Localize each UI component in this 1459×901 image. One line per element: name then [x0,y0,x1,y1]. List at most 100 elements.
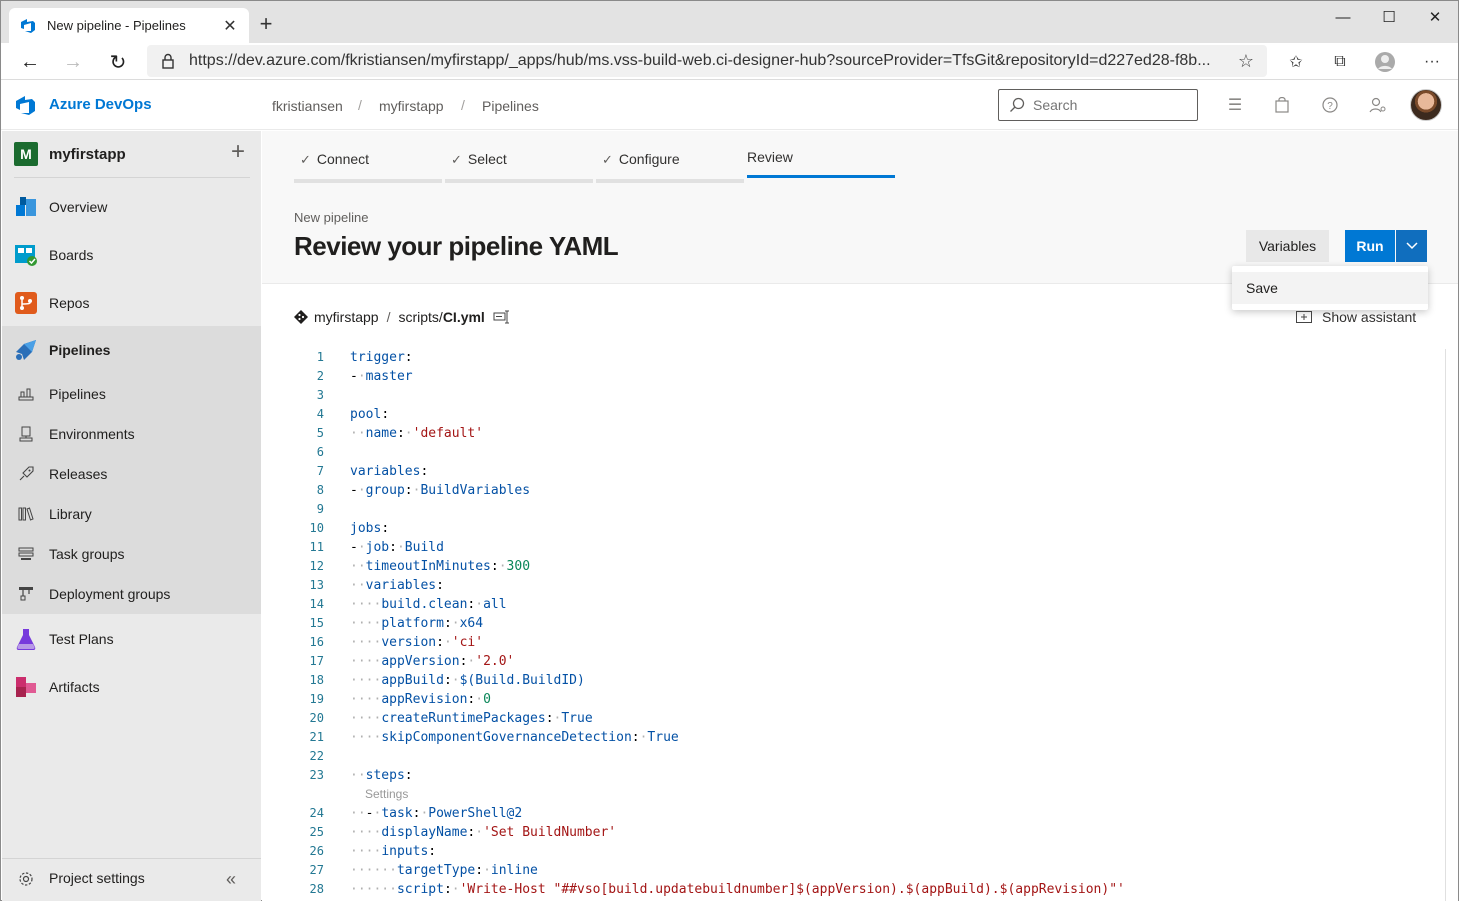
main-content: ✓ Connect ✓ Select ✓ Configure Review New p… [262,131,1458,901]
gear-icon [19,872,33,886]
azure-devops-favicon [21,18,35,33]
browser-tab[interactable]: New pipeline - Pipelines ✕ [9,8,249,43]
work-items-icon[interactable]: ☰ [1223,93,1247,117]
run-button[interactable]: Run [1345,230,1395,262]
sidebar-subitem-label: Environments [49,426,135,442]
page-subtitle: New pipeline [294,210,369,225]
line-number: 2 [316,369,324,383]
sidebar-item-overview[interactable]: Overview [2,183,261,231]
close-window-icon[interactable]: ✕ [1412,1,1458,33]
sidebar-subitem-label: Task groups [49,546,125,562]
user-settings-icon[interactable] [1366,93,1390,117]
overview-icon [16,197,36,216]
line-number: 11 [309,540,324,554]
code-text: ······script:·'Write-Host "##vso[build.u… [350,882,1125,897]
task-settings-codelens[interactable]: Settings [365,785,408,804]
breadcrumb-separator: / [358,97,362,113]
sidebar-subitem-environments[interactable]: Environments [2,414,261,454]
search-input[interactable] [1033,97,1183,113]
file-name[interactable]: CI.yml [443,309,485,325]
sidebar-item-artifacts[interactable]: Artifacts [2,663,261,711]
sidebar-item-pipelines[interactable]: Pipelines [2,326,261,374]
add-icon[interactable]: + [226,140,250,164]
project-settings-row[interactable]: Project settings « [2,858,261,898]
sidebar-subitem-label: Pipelines [49,386,106,402]
file-dir[interactable]: scripts/ [398,309,442,325]
avatar[interactable] [1410,89,1442,121]
new-tab-icon[interactable]: + [255,13,277,35]
marketplace-bag-icon[interactable] [1270,93,1294,117]
close-tab-icon[interactable]: ✕ [221,16,239,36]
maximize-icon[interactable]: ☐ [1366,1,1412,33]
sidebar-subitem-pipelines[interactable]: Pipelines [2,374,261,414]
line-number: 4 [316,407,324,421]
line-number: 27 [309,863,324,877]
line-number: 13 [309,578,324,592]
sidebar-item-test-plans[interactable]: Test Plans [2,615,261,663]
yaml-editor[interactable]: 1 trigger: 2 -·master 3 4 pool: 5 ··name:·'defau… [262,347,1448,901]
sidebar-item-label: Repos [49,295,90,311]
wizard-step-bar [294,179,442,183]
collapse-nav-icon[interactable]: « [226,869,236,890]
sidebar-subitem-task-groups[interactable]: Task groups [2,534,261,574]
sidebar-subitem-library[interactable]: Library [2,494,261,534]
sidebar-subitem-deployment-groups[interactable]: Deployment groups [2,574,261,614]
page-title: Review your pipeline YAML [294,231,619,261]
azure-devops-logo-icon[interactable] [15,95,37,117]
sidebar-item-repos[interactable]: Repos [2,279,261,327]
profile-icon[interactable] [1370,47,1400,77]
tab-title: New pipeline - Pipelines [47,18,186,33]
line-number: 20 [309,711,324,725]
editor-scrollbar[interactable] [1445,349,1446,901]
url-field[interactable]: https://dev.azure.com/fkristiansen/myfir… [147,45,1267,77]
breadcrumb-pipelines[interactable]: Pipelines [482,98,539,114]
forward-icon[interactable]: → [58,47,88,77]
boards-icon [15,245,37,266]
line-number: 19 [309,692,324,706]
code-text: ····version:·'ci' [350,635,484,650]
wizard-step-bar-active [747,175,895,178]
wizard-step-label: Review [747,149,793,165]
favorite-star-icon[interactable]: ☆ [1233,51,1259,72]
test-plans-icon [16,629,36,650]
code-text: variables: [350,464,429,479]
show-assistant-button[interactable]: Show assistant [1296,309,1416,325]
code-text: ····platform:·x64 [350,616,484,631]
collections-icon[interactable]: ⧉ [1325,47,1355,77]
run-dropdown-button[interactable] [1396,230,1427,262]
breadcrumb-org[interactable]: fkristiansen [272,98,343,114]
deployment-groups-icon [19,587,33,601]
variables-button[interactable]: Variables [1246,230,1329,262]
search-box[interactable] [998,89,1198,121]
project-header[interactable]: M myfirstapp + [2,131,261,177]
browser-tabstrip: New pipeline - Pipelines ✕ + — ☐ ✕ [1,1,1458,43]
back-icon[interactable]: ← [15,47,45,77]
help-icon[interactable]: ? [1318,93,1342,117]
file-repo[interactable]: myfirstapp [314,309,379,325]
code-text: ····build.clean:·all [350,597,507,612]
line-number: 6 [316,445,324,459]
product-name[interactable]: Azure DevOps [49,96,152,113]
refresh-icon[interactable]: ↻ [103,47,133,77]
sidebar-item-label: Overview [49,199,108,215]
code-text: -·group:·BuildVariables [350,483,531,498]
line-number: 14 [309,597,324,611]
code-text: -·master [350,369,413,384]
minimize-icon[interactable]: — [1320,1,1366,33]
more-options-icon[interactable]: ··· [1417,47,1447,77]
lock-icon [162,53,174,69]
left-nav: M myfirstapp + Overview Boards Repos Pip… [2,131,261,901]
sidebar-item-boards[interactable]: Boards [2,231,261,279]
wizard-step-label: Connect [316,151,370,167]
rename-file-icon[interactable] [493,310,511,324]
wizard-step-label: Select [467,151,507,167]
sidebar-item-label: Artifacts [49,679,100,695]
sidebar-subitem-releases[interactable]: Releases [2,454,261,494]
breadcrumb-project[interactable]: myfirstapp [379,98,444,114]
check-icon: ✓ [451,152,462,167]
code-text: ··variables: [350,578,444,593]
favorites-icon[interactable]: ✩ [1281,47,1311,77]
code-text: pool: [350,407,390,422]
line-number: 1 [316,350,324,364]
menu-item-save[interactable]: Save [1232,272,1428,304]
